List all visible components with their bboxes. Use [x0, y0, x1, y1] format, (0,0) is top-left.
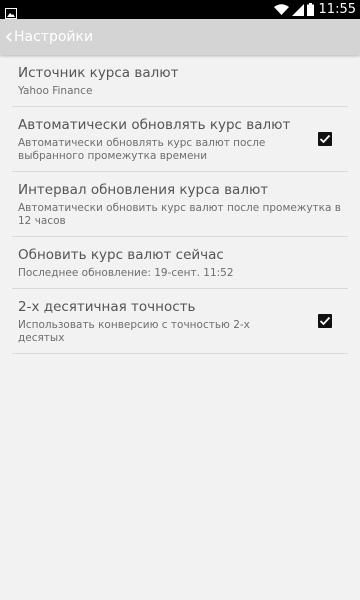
pref-title: Автоматически обновлять курс валют — [18, 117, 291, 133]
page-title[interactable]: Настройки — [14, 29, 93, 45]
pref-two-decimal-precision[interactable]: 2-х десятичная точность Использовать кон… — [12, 289, 348, 354]
pref-title: Обновить курс валют сейчас — [18, 247, 224, 263]
pref-summary: Последнее обновление: 19-сент. 11:52 — [18, 267, 234, 279]
auto-update-checkbox[interactable] — [318, 132, 332, 146]
pref-summary: Автоматически обновлять курс валют после… — [18, 137, 266, 162]
battery-icon — [306, 3, 314, 16]
pref-summary: Автоматически обновить курс валют после … — [18, 202, 341, 227]
image-notification-icon — [5, 4, 17, 19]
pref-title: Интервал обновления курса валют — [18, 182, 269, 198]
chevron-left-icon[interactable] — [2, 19, 12, 55]
status-icons: 11:55 — [273, 0, 356, 19]
pref-auto-update[interactable]: Автоматически обновлять курс валют Автом… — [12, 107, 348, 172]
pref-update-now[interactable]: Обновить курс валют сейчас Последнее обн… — [12, 237, 348, 289]
status-bar: 11:55 — [0, 0, 360, 19]
pref-summary: Использовать конверсию с точностью 2-х д… — [18, 319, 250, 344]
pref-title: Источник курса валют — [18, 65, 179, 81]
two-decimal-checkbox[interactable] — [318, 314, 332, 328]
pref-update-interval[interactable]: Интервал обновления курса валют Автомати… — [12, 172, 348, 237]
pref-summary: Yahoo Finance — [18, 85, 93, 97]
check-icon — [319, 316, 331, 326]
action-bar: Настройки — [0, 19, 360, 55]
check-icon — [319, 134, 331, 144]
settings-list: Источник курса валют Yahoo Finance Автом… — [0, 55, 360, 354]
status-time: 11:55 — [318, 2, 356, 17]
pref-title: 2-х десятичная точность — [18, 299, 196, 315]
signal-icon — [291, 3, 304, 16]
pref-currency-source[interactable]: Источник курса валют Yahoo Finance — [12, 55, 348, 107]
wifi-icon — [273, 3, 289, 16]
